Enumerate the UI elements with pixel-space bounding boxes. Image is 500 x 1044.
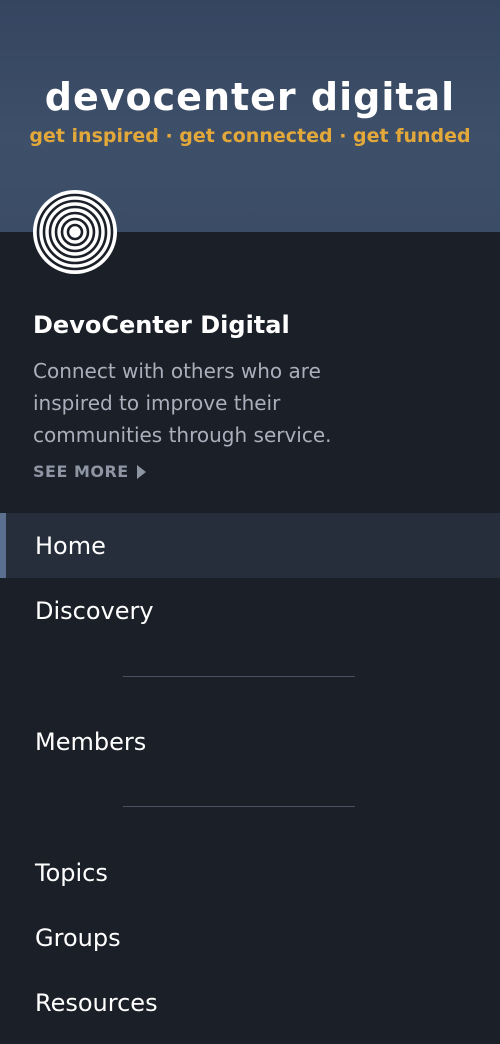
nav-divider: [123, 806, 355, 807]
banner-title: devocenter digital: [44, 75, 456, 119]
see-more-label: SEE MORE: [33, 462, 129, 481]
see-more-link[interactable]: SEE MORE: [33, 459, 146, 485]
nav-item-groups[interactable]: Groups: [0, 905, 500, 970]
nav-item-label: Home: [35, 531, 106, 560]
nav-item-home[interactable]: Home: [0, 513, 500, 578]
nav-item-label: Groups: [35, 923, 121, 952]
nav-item-discovery[interactable]: Discovery: [0, 578, 500, 643]
concentric-circles-logo-icon: [33, 190, 117, 274]
community-name: DevoCenter Digital: [33, 311, 290, 339]
caret-right-icon: [136, 465, 146, 479]
nav-item-label: Members: [35, 727, 147, 756]
nav-divider: [123, 676, 355, 677]
community-description: Connect with others who are inspired to …: [33, 359, 332, 447]
nav-item-label: Resources: [35, 988, 158, 1017]
nav-item-label: Discovery: [35, 596, 154, 625]
nav-item-label: Topics: [35, 858, 108, 887]
banner-tagline: get inspired · get connected · get funde…: [29, 125, 471, 147]
nav-item-topics[interactable]: Topics: [0, 840, 500, 905]
nav-item-resources[interactable]: Resources: [0, 970, 500, 1035]
nav-item-members[interactable]: Members: [0, 709, 500, 774]
